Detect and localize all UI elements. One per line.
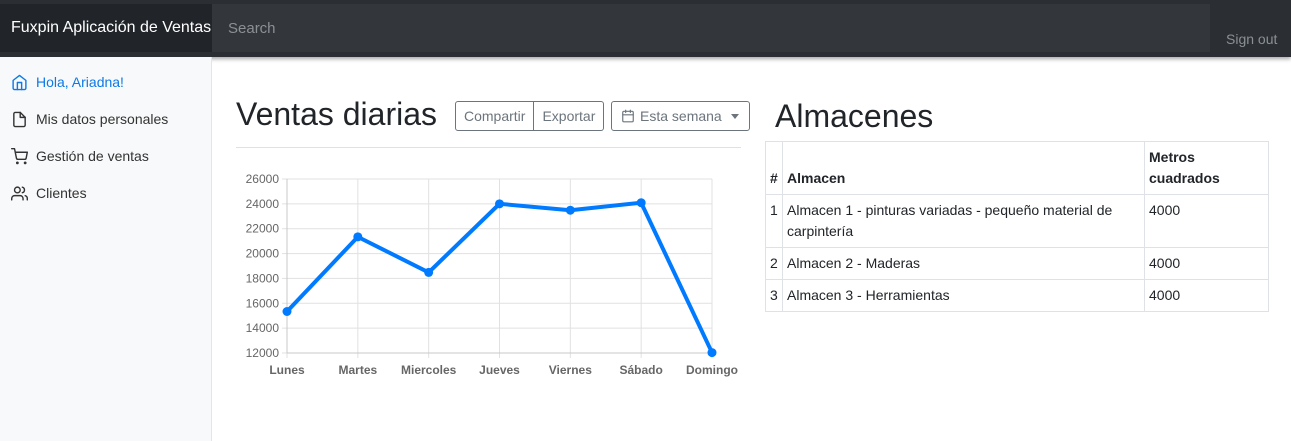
x-tick-label: Jueves <box>479 363 520 377</box>
calendar-icon <box>622 109 634 123</box>
data-point <box>636 198 646 208</box>
share-button[interactable]: Compartir <box>455 101 535 131</box>
x-tick-label: Viernes <box>549 363 592 377</box>
data-point <box>565 205 575 215</box>
data-point <box>495 199 504 209</box>
sidebar-item-label: Gestión de ventas <box>36 148 149 164</box>
data-point <box>707 348 717 358</box>
period-label: Esta semana <box>640 108 722 124</box>
home-icon <box>12 74 27 90</box>
sidebar: Hola, Ariadna! Mis datos personales Gest… <box>0 57 212 441</box>
data-point <box>424 267 434 277</box>
x-tick-label: Martes <box>338 363 377 377</box>
users-icon <box>11 185 28 201</box>
y-tick-label: 26000 <box>246 172 280 186</box>
sales-title: Ventas diarias <box>236 96 438 132</box>
sign-out-link[interactable]: Sign out <box>1226 31 1277 47</box>
y-tick-label: 20000 <box>246 247 280 261</box>
brand-link[interactable]: Fuxpin Aplicación de Ventas <box>0 4 212 52</box>
warehouses-title: Almacenes <box>775 98 934 134</box>
sidebar-item-sales[interactable]: Gestión de ventas <box>11 145 149 167</box>
sidebar-item-label: Hola, Ariadna! <box>36 74 124 90</box>
cell-number: 1 <box>765 194 783 248</box>
column-header-square-meters: Metros cuadrados <box>1144 141 1269 195</box>
table-row: 1 Almacen 1 - pinturas variadas - pequeñ… <box>765 194 1269 248</box>
period-dropdown-button[interactable]: Esta semana <box>611 101 750 131</box>
top-navbar: Fuxpin Aplicación de Ventas Sign out <box>0 0 1291 57</box>
cell-number: 2 <box>765 247 783 280</box>
section-divider <box>236 147 741 148</box>
search-input[interactable] <box>212 4 1210 52</box>
sidebar-item-personal-data[interactable]: Mis datos personales <box>11 108 168 130</box>
cell-square-meters: 4000 <box>1144 247 1269 280</box>
sales-line-chart: 12000 14000 16000 18000 20000 22000 24000 26000… <box>246 172 738 377</box>
y-tick-label: 12000 <box>246 346 280 360</box>
sidebar-item-label: Clientes <box>36 185 87 201</box>
share-export-group: Compartir Exportar <box>455 101 605 131</box>
x-tick-label: Lunes <box>269 363 305 377</box>
warehouses-table: # Almacen Metros cuadrados 1 Almacen 1 -… <box>765 141 1269 312</box>
sidebar-item-label: Mis datos personales <box>36 111 169 127</box>
y-tick-label: 14000 <box>246 321 280 335</box>
column-header-number: # <box>765 141 783 195</box>
sidebar-item-home[interactable]: Hola, Ariadna! <box>11 71 124 93</box>
y-tick-label: 24000 <box>246 197 280 211</box>
shopping-cart-icon <box>11 147 28 164</box>
data-point <box>282 307 292 317</box>
export-button[interactable]: Exportar <box>534 101 605 131</box>
y-tick-label: 22000 <box>246 222 280 236</box>
table-row: 3 Almacen 3 - Herramientas 4000 <box>765 279 1269 312</box>
cell-square-meters: 4000 <box>1144 194 1269 248</box>
table-row: 2 Almacen 2 - Maderas 4000 <box>765 247 1269 280</box>
table-header-row: # Almacen Metros cuadrados <box>765 141 1269 195</box>
cell-warehouse: Almacen 1 - pinturas variadas - pequeño … <box>782 194 1145 248</box>
chevron-down-icon <box>730 113 739 119</box>
y-tick-label: 18000 <box>246 271 280 285</box>
cell-warehouse: Almacen 3 - Herramientas <box>782 279 1145 312</box>
x-tick-label: Domingo <box>686 363 738 377</box>
x-tick-label: Sábado <box>619 363 662 377</box>
cell-square-meters: 4000 <box>1144 279 1269 312</box>
file-icon <box>13 111 26 127</box>
data-point <box>353 232 363 242</box>
column-header-warehouse: Almacen <box>782 141 1145 195</box>
y-tick-label: 16000 <box>246 296 280 310</box>
x-tick-label: Miercoles <box>401 363 457 377</box>
cell-warehouse: Almacen 2 - Maderas <box>782 247 1145 280</box>
sidebar-item-clients[interactable]: Clientes <box>11 182 87 204</box>
cell-number: 3 <box>765 279 783 312</box>
